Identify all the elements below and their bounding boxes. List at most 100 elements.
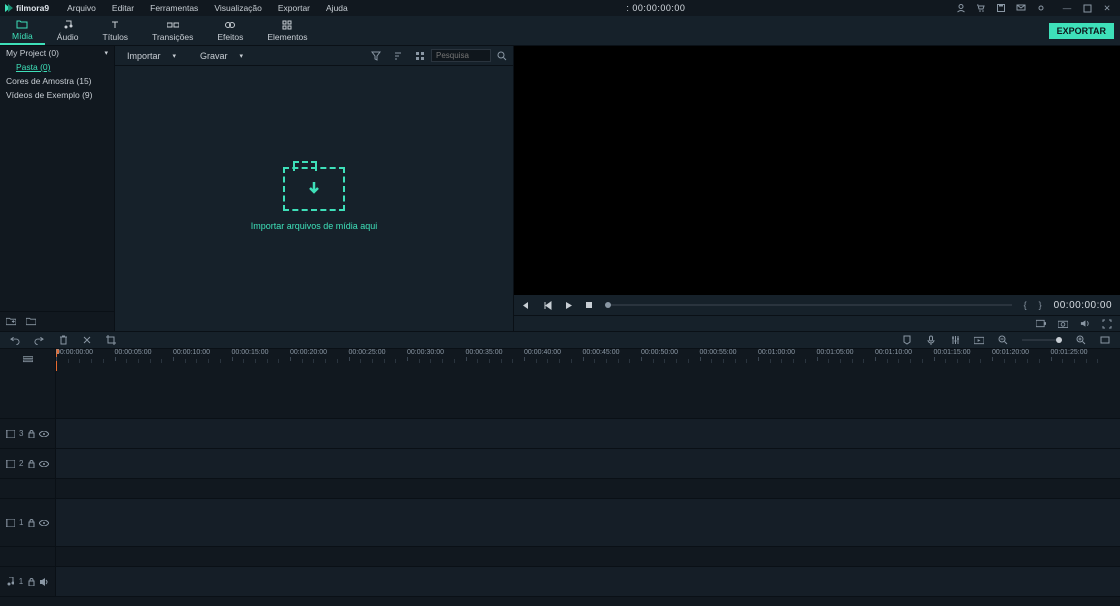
marker-icon[interactable] (902, 335, 912, 345)
record-vo-icon[interactable] (926, 335, 936, 345)
split-icon[interactable] (82, 335, 92, 345)
video-track-1: 1 (0, 499, 1120, 547)
search-input[interactable] (431, 49, 491, 62)
folder-tree: My Project (0) ▾ Pasta (0) Cores de Amos… (0, 46, 115, 331)
folder-icon (16, 19, 28, 29)
tree-pasta[interactable]: Pasta (0) (0, 60, 114, 74)
settings-icon[interactable] (1036, 3, 1046, 13)
chevron-down-icon: ▾ (104, 49, 108, 57)
tab-audio[interactable]: Áudio (45, 16, 91, 45)
video-track-icon (6, 518, 15, 528)
zoom-fit-icon[interactable] (1100, 335, 1110, 345)
save-icon[interactable] (996, 3, 1006, 13)
filter-icon[interactable] (365, 51, 387, 61)
ruler-tick: 00:01:20:00 (992, 349, 1029, 361)
minimize-icon[interactable]: — (1062, 3, 1072, 13)
tab-label: Títulos (103, 32, 129, 42)
audio-track-1: 1 (0, 567, 1120, 597)
menu-visualizacao[interactable]: Visualização (206, 3, 270, 13)
account-icon[interactable] (956, 3, 966, 13)
library-panel: My Project (0) ▾ Pasta (0) Cores de Amos… (0, 46, 514, 331)
track-lane[interactable] (56, 449, 1120, 478)
video-track-2: 2 (0, 449, 1120, 479)
stop-button[interactable] (585, 301, 593, 309)
tab-elementos[interactable]: Elementos (255, 16, 319, 45)
crop-icon[interactable] (106, 335, 116, 345)
tree-my-project[interactable]: My Project (0) ▾ (0, 46, 114, 60)
export-button[interactable]: EXPORTAR (1049, 23, 1114, 39)
sort-icon[interactable] (387, 51, 409, 61)
timeline-ruler[interactable]: 00:00:00:0000:00:05:0000:00:10:0000:00:1… (56, 349, 1120, 371)
text-icon (110, 20, 120, 30)
menu-bar: filmora9 Arquivo Editar Ferramentas Visu… (0, 0, 1120, 16)
tab-efeitos[interactable]: Efeitos (205, 16, 255, 45)
zoom-in-icon[interactable] (1076, 335, 1086, 345)
tool-tabs: Mídia Áudio Títulos Transições Efeitos E… (0, 16, 1120, 46)
tab-titulos[interactable]: Títulos (91, 16, 141, 45)
cart-icon[interactable] (976, 3, 986, 13)
quality-icon[interactable] (1036, 319, 1046, 329)
play-button[interactable] (564, 301, 573, 310)
redo-icon[interactable] (34, 335, 44, 345)
message-icon[interactable] (1016, 3, 1026, 13)
tab-label: Efeitos (217, 32, 243, 42)
delete-icon[interactable] (58, 335, 68, 345)
timeline-ruler-row: 00:00:00:0000:00:05:0000:00:10:0000:00:1… (0, 349, 1120, 371)
lock-icon[interactable] (27, 518, 35, 528)
menu-editar[interactable]: Editar (104, 3, 142, 13)
tree-videos-exemplo[interactable]: Vídeos de Exemplo (9) (0, 88, 114, 102)
tab-transicoes[interactable]: Transições (140, 16, 205, 45)
volume-icon[interactable] (1080, 319, 1090, 329)
ruler-tick: 00:00:20:00 (290, 349, 327, 361)
lock-icon[interactable] (27, 577, 36, 587)
logo-icon (4, 3, 14, 13)
eye-icon[interactable] (39, 459, 49, 469)
maximize-icon[interactable] (1082, 3, 1092, 13)
play-backward-button[interactable] (543, 301, 552, 310)
ruler-tick: 00:01:05:00 (817, 349, 854, 361)
tree-cores[interactable]: Cores de Amostra (15) (0, 74, 114, 88)
ruler-tick: 00:00:55:00 (700, 349, 737, 361)
zoom-slider[interactable] (1022, 339, 1062, 341)
menu-ferramentas[interactable]: Ferramentas (142, 3, 206, 13)
app-logo: filmora9 (4, 3, 49, 13)
render-icon[interactable] (974, 335, 984, 345)
undo-icon[interactable] (10, 335, 20, 345)
playback-progress[interactable] (605, 304, 1012, 306)
eye-icon[interactable] (39, 518, 49, 528)
grid-view-icon[interactable] (409, 51, 431, 61)
menu-ajuda[interactable]: Ajuda (318, 3, 356, 13)
zoom-out-icon[interactable] (998, 335, 1008, 345)
tab-midia[interactable]: Mídia (0, 16, 45, 45)
mixer-icon[interactable] (950, 335, 960, 345)
mute-icon[interactable] (40, 577, 49, 587)
snapshot-icon[interactable] (1058, 319, 1068, 329)
import-dropdown[interactable]: Importar ▾ (115, 51, 188, 61)
record-dropdown[interactable]: Gravar ▾ (188, 51, 255, 61)
track-manager-icon[interactable] (23, 355, 33, 365)
track-lane[interactable] (56, 567, 1120, 596)
lock-icon[interactable] (27, 459, 35, 469)
track-empty[interactable] (56, 371, 1120, 418)
video-track-3: 3 (0, 419, 1120, 449)
preview-viewport[interactable] (514, 46, 1120, 295)
ruler-tick: 00:00:10:00 (173, 349, 210, 361)
eye-icon[interactable] (39, 429, 49, 439)
menu-arquivo[interactable]: Arquivo (59, 3, 104, 13)
mark-out-icon[interactable]: } (1039, 300, 1042, 310)
lock-icon[interactable] (27, 429, 35, 439)
ruler-tick: 00:00:50:00 (641, 349, 678, 361)
chevron-down-icon: ▾ (173, 52, 177, 60)
audio-track-icon (6, 577, 15, 587)
search-icon[interactable] (491, 51, 513, 61)
prev-frame-button[interactable] (522, 301, 531, 310)
close-icon[interactable]: ✕ (1102, 3, 1112, 13)
track-lane[interactable] (56, 499, 1120, 546)
media-drop-zone[interactable]: Importar arquivos de mídia aqui (115, 66, 513, 331)
folder-icon[interactable] (26, 317, 36, 327)
mark-in-icon[interactable]: { (1024, 300, 1027, 310)
new-folder-icon[interactable] (6, 317, 16, 327)
menu-exportar[interactable]: Exportar (270, 3, 318, 13)
track-lane[interactable] (56, 419, 1120, 448)
fullscreen-icon[interactable] (1102, 319, 1112, 329)
